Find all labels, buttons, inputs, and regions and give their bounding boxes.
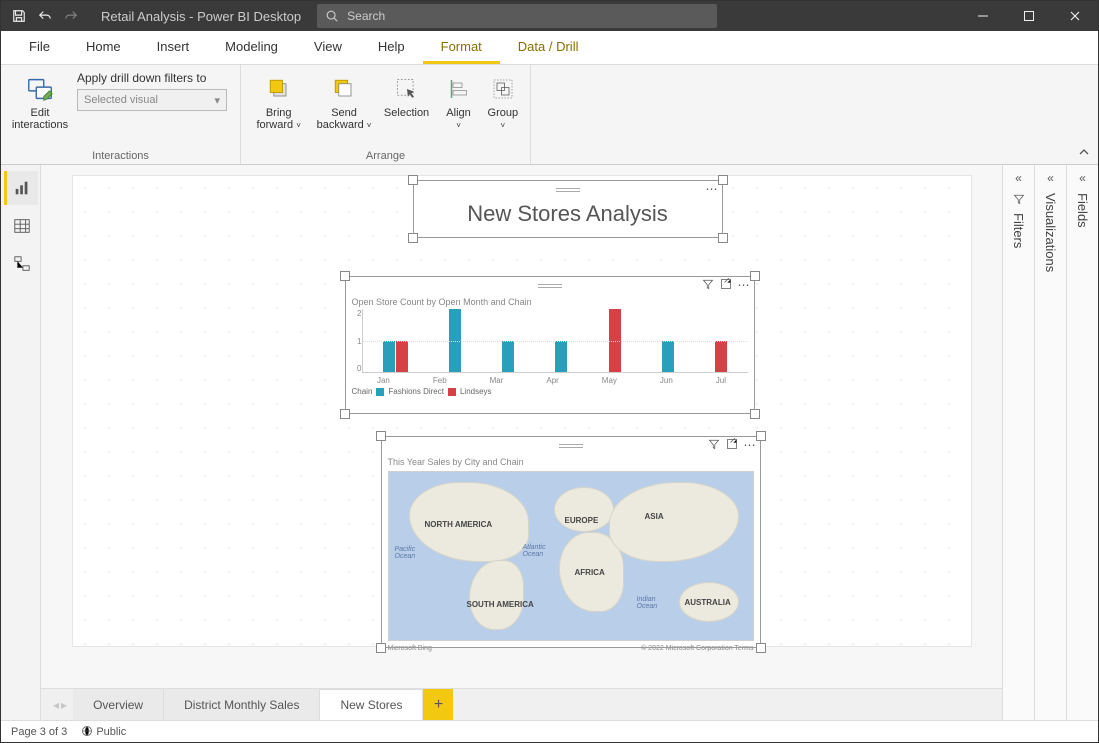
selection-pane-button[interactable]: Selection [380,71,434,119]
align-icon [443,73,475,105]
map-body[interactable]: NORTH AMERICA SOUTH AMERICA EUROPE AFRIC… [388,471,754,641]
page-tab-overview[interactable]: Overview [73,689,164,720]
menu-tab-data-drill[interactable]: Data / Drill [500,31,597,64]
search-icon [325,9,339,23]
chevron-left-icon: « [1047,171,1054,185]
edit-interactions-icon [24,73,56,105]
bar[interactable] [555,341,567,373]
map-attribution-left: Microsoft Bing [388,645,432,652]
edit-interactions-button[interactable]: Edit interactions [9,71,71,131]
bar[interactable] [502,341,514,373]
close-button[interactable] [1052,1,1098,31]
send-backward-icon [328,73,360,105]
group-button[interactable]: Group˅ [484,71,522,131]
drag-grip-icon[interactable] [538,284,562,288]
data-view-button[interactable] [4,209,38,243]
page-tab-district-monthly-sales[interactable]: District Monthly Sales [164,689,320,720]
y-axis: 210 [352,309,362,385]
selection-icon [391,73,423,105]
resize-handle[interactable] [756,643,766,653]
window-title: Retail Analysis - Power BI Desktop [89,9,313,24]
menu-tab-home[interactable]: Home [68,31,139,64]
resize-handle[interactable] [718,233,728,243]
title-bar: Retail Analysis - Power BI Desktop Searc… [1,1,1098,31]
view-rail [1,165,41,720]
chevron-down-icon: ▾ [214,94,220,107]
bar-chart-visual[interactable]: ⋯ Open Store Count by Open Month and Cha… [345,276,755,414]
search-placeholder: Search [347,9,385,23]
more-options-icon[interactable]: ⋯ [706,182,718,196]
title-visual[interactable]: ⋯ New Stores Analysis [413,180,723,238]
visualizations-pane-toggle[interactable]: « Visualizations [1034,165,1066,720]
menu-tab-format[interactable]: Format [423,31,500,64]
bring-forward-icon [263,73,295,105]
bring-forward-button[interactable]: Bring forward ˅ [249,71,308,131]
report-view-button[interactable] [4,171,38,205]
filters-pane-toggle[interactable]: « Filters [1002,165,1034,720]
menu-tab-file[interactable]: File [11,31,68,64]
chevron-left-icon: « [1079,171,1086,185]
minimize-button[interactable] [960,1,1006,31]
drag-grip-icon[interactable] [559,444,583,448]
search-box[interactable]: Search [317,4,717,28]
resize-handle[interactable] [408,233,418,243]
menu-tab-view[interactable]: View [296,31,360,64]
align-button[interactable]: Align˅ [439,71,477,131]
bar[interactable] [396,341,408,373]
group-icon [487,73,519,105]
page-tab-bar: ◂ ▸ OverviewDistrict Monthly SalesNew St… [41,688,1002,720]
ribbon-group-arrange: Arrange [241,150,530,164]
undo-icon[interactable] [35,6,55,26]
chevron-left-icon: « [1015,171,1022,185]
focus-mode-icon[interactable] [726,438,738,452]
report-canvas[interactable]: ⋯ New Stores Analysis ⋯ [72,175,972,647]
resize-handle[interactable] [340,409,350,419]
page-tab-new-stores[interactable]: New Stores [320,689,423,720]
chart-legend: Chain Fashions Direct Lindseys [346,385,754,398]
status-bar: Page 3 of 3 Public [1,720,1098,742]
more-options-icon[interactable]: ⋯ [744,438,756,452]
resize-handle[interactable] [376,643,386,653]
title-text: New Stores Analysis [414,199,722,227]
menu-tab-help[interactable]: Help [360,31,423,64]
filter-icon[interactable] [708,438,720,452]
chart-title: Open Store Count by Open Month and Chain [346,295,754,309]
ribbon-group-interactions: Interactions [1,150,240,164]
next-page-button[interactable]: ▸ [61,698,67,712]
menu-tab-insert[interactable]: Insert [139,31,208,64]
send-backward-button[interactable]: Send backward ˅ [314,71,373,131]
collapse-ribbon-button[interactable] [1076,144,1092,160]
more-options-icon[interactable]: ⋯ [738,278,750,292]
redo-icon[interactable] [61,6,81,26]
bar[interactable] [383,341,395,373]
filter-icon [1013,193,1025,205]
page-indicator: Page 3 of 3 [11,726,67,738]
drill-filter-select[interactable]: Selected visual ▾ [77,89,227,111]
drag-grip-icon[interactable] [556,188,580,192]
map-title: This Year Sales by City and Chain [382,455,760,469]
publish-status: Public [81,725,126,738]
resize-handle[interactable] [750,409,760,419]
save-icon[interactable] [9,6,29,26]
add-page-button[interactable]: + [423,689,453,720]
model-view-button[interactable] [4,247,38,281]
fields-pane-toggle[interactable]: « Fields [1066,165,1098,720]
prev-page-button[interactable]: ◂ [53,698,59,712]
x-axis: JanFebMarAprMayJunJul [356,376,748,385]
focus-mode-icon[interactable] [720,278,732,292]
ribbon: Edit interactions Apply drill down filte… [1,65,1098,165]
menu-tab-modeling[interactable]: Modeling [207,31,296,64]
bar[interactable] [715,341,727,373]
map-visual[interactable]: ⋯ This Year Sales by City and Chain NORT… [381,436,761,648]
chart-plot-area [362,309,748,373]
maximize-button[interactable] [1006,1,1052,31]
menu-bar: FileHomeInsertModelingViewHelpFormatData… [1,31,1098,65]
drill-filter-label: Apply drill down filters to [77,71,227,85]
bar[interactable] [662,341,674,373]
map-attribution-right: © 2022 Microsoft Corporation Terms [641,645,753,652]
filter-icon[interactable] [702,278,714,292]
